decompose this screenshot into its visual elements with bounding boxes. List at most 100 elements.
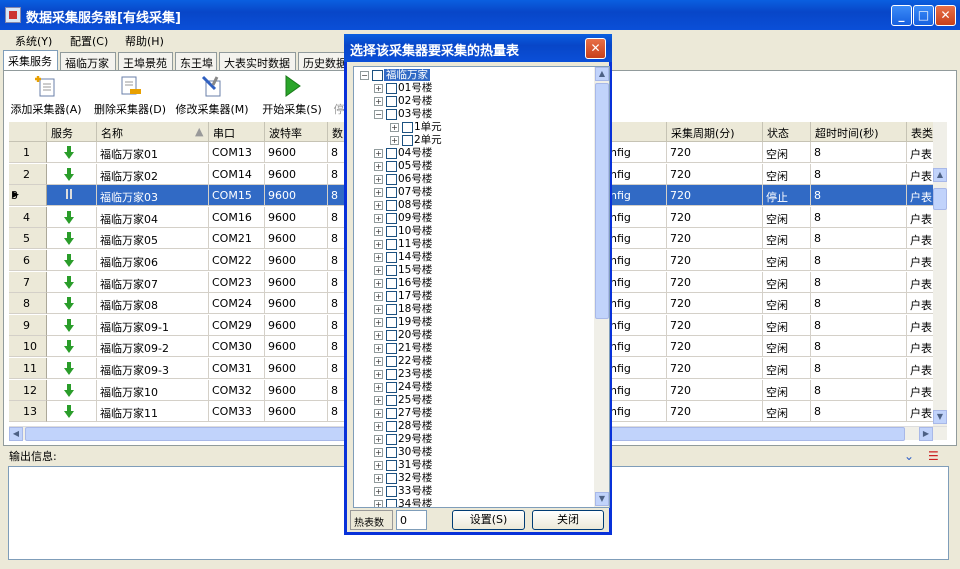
tree-checkbox[interactable] <box>386 199 397 211</box>
tree-node[interactable]: +23号楼 <box>374 368 432 381</box>
cell-period[interactable]: 720 <box>667 293 763 315</box>
row-number[interactable]: 8 <box>9 293 47 315</box>
tree-node[interactable]: +11号楼 <box>374 238 432 251</box>
cell-period[interactable]: 720 <box>667 401 763 423</box>
cell-cfg[interactable]: nfig <box>607 250 667 271</box>
collapse-icon[interactable]: ⌄ <box>904 449 914 463</box>
cell-port[interactable]: COM30 <box>209 336 265 358</box>
tree-node[interactable]: +28号楼 <box>374 420 432 433</box>
cell-period[interactable]: 720 <box>667 228 763 250</box>
cell-period[interactable]: 720 <box>667 250 763 271</box>
tree-node[interactable]: +2单元 <box>390 134 442 147</box>
cell-timeout[interactable]: 8 <box>811 271 907 293</box>
service-cell[interactable] <box>47 358 97 379</box>
cell-name[interactable]: 福临万家11 <box>97 401 209 423</box>
cell-name[interactable]: 福临万家04 <box>97 206 209 228</box>
close-button[interactable]: ✕ <box>935 5 956 26</box>
tree-checkbox[interactable] <box>386 303 397 315</box>
add-collector-button[interactable]: 添加采集器(A) <box>10 74 82 120</box>
expand-icon[interactable]: + <box>374 213 383 223</box>
row-number[interactable]: 11 <box>9 358 47 379</box>
tree-checkbox[interactable] <box>386 381 397 393</box>
cell-baud[interactable]: 9600 <box>265 163 328 185</box>
clear-output-icon[interactable]: ☰ <box>928 449 939 463</box>
col-header-timeout[interactable]: 超时时间(秒) <box>811 122 907 142</box>
tree-node[interactable]: +29号楼 <box>374 433 432 446</box>
tree-scroll-thumb[interactable] <box>595 83 609 319</box>
tree-checkbox[interactable] <box>386 264 397 276</box>
expand-icon[interactable]: + <box>374 330 383 340</box>
cell-cfg[interactable]: nfig <box>607 358 667 379</box>
expand-icon[interactable]: + <box>374 252 383 262</box>
cell-timeout[interactable]: 8 <box>811 206 907 228</box>
row-number[interactable]: 2 <box>9 163 47 185</box>
tab-big-meter-realtime[interactable]: 大表实时数据 <box>219 52 296 70</box>
cell-status[interactable]: 空闲 <box>763 401 811 423</box>
service-cell[interactable] <box>47 206 97 228</box>
cell-baud[interactable]: 9600 <box>265 271 328 293</box>
tree-checkbox[interactable] <box>386 355 397 367</box>
cell-baud[interactable]: 9600 <box>265 206 328 228</box>
expand-icon[interactable]: + <box>374 239 383 249</box>
tree-checkbox[interactable] <box>386 485 397 497</box>
cell-timeout[interactable]: 8 <box>811 142 907 163</box>
row-number[interactable]: 5 <box>9 228 47 250</box>
cell-port[interactable]: COM24 <box>209 293 265 315</box>
cell-cfg[interactable]: nfig <box>607 185 667 207</box>
tree-node[interactable]: +1单元 <box>390 121 442 134</box>
tree-checkbox[interactable] <box>386 212 397 224</box>
tree-node[interactable]: +08号楼 <box>374 199 432 212</box>
expand-icon[interactable]: + <box>374 96 383 106</box>
tree-checkbox[interactable] <box>386 498 397 507</box>
tree-checkbox[interactable] <box>386 407 397 419</box>
row-number[interactable]: 13 <box>9 401 47 423</box>
expand-icon[interactable]: + <box>374 265 383 275</box>
cell-period[interactable]: 720 <box>667 163 763 185</box>
tree-node[interactable]: +16号楼 <box>374 277 432 290</box>
tree-node[interactable]: +07号楼 <box>374 186 432 199</box>
cell-status[interactable]: 空闲 <box>763 163 811 185</box>
row-number[interactable]: 7 <box>9 271 47 293</box>
expand-icon[interactable]: + <box>374 499 383 507</box>
tree-checkbox[interactable] <box>386 95 397 107</box>
row-number[interactable]: 4 <box>9 206 47 228</box>
tree-node[interactable]: +25号楼 <box>374 394 432 407</box>
cell-timeout[interactable]: 8 <box>811 401 907 423</box>
tree-node[interactable]: +17号楼 <box>374 290 432 303</box>
tree-checkbox[interactable] <box>386 225 397 237</box>
cell-status[interactable]: 空闲 <box>763 314 811 336</box>
expand-icon[interactable]: + <box>374 291 383 301</box>
service-cell[interactable] <box>47 271 97 293</box>
cell-port[interactable]: COM31 <box>209 358 265 379</box>
tree-node[interactable]: +05号楼 <box>374 160 432 173</box>
service-cell[interactable] <box>47 228 97 250</box>
service-cell[interactable] <box>47 314 97 336</box>
expand-icon[interactable]: + <box>374 174 383 184</box>
cell-period[interactable]: 720 <box>667 271 763 293</box>
tree-node[interactable]: +34号楼 <box>374 498 432 507</box>
cell-period[interactable]: 720 <box>667 379 763 401</box>
modify-collector-button[interactable]: 修改采集器(M) <box>174 74 250 120</box>
cell-port[interactable]: COM21 <box>209 228 265 250</box>
dialog-close-icon[interactable]: ✕ <box>585 38 606 59</box>
col-header-service[interactable]: 服务 <box>47 122 97 142</box>
expand-icon[interactable]: + <box>390 135 399 145</box>
expand-icon[interactable]: + <box>374 317 383 327</box>
tree-node[interactable]: +18号楼 <box>374 303 432 316</box>
scroll-thumb[interactable] <box>933 188 947 210</box>
expand-icon[interactable]: + <box>374 421 383 431</box>
building-tree[interactable]: − 福临万家 +01号楼 +02号楼 −03号楼 +1单元 +2单元 +04号楼 +05号楼 +… <box>353 66 610 508</box>
col-header-status[interactable]: 状态 <box>763 122 811 142</box>
cell-baud[interactable]: 9600 <box>265 379 328 401</box>
tree-checkbox[interactable] <box>402 134 413 146</box>
expand-icon[interactable]: + <box>374 343 383 353</box>
cell-timeout[interactable]: 8 <box>811 185 907 207</box>
tab-collect-service[interactable]: 采集服务 <box>3 50 58 70</box>
tree-checkbox[interactable] <box>386 82 397 94</box>
cell-status[interactable]: 空闲 <box>763 228 811 250</box>
cell-cfg[interactable]: nfig <box>607 293 667 315</box>
menu-help[interactable]: 帮助(H) <box>125 33 164 49</box>
cell-baud[interactable]: 9600 <box>265 142 328 163</box>
cell-name[interactable]: 福临万家09-2 <box>97 336 209 358</box>
tree-node[interactable]: +31号楼 <box>374 459 432 472</box>
